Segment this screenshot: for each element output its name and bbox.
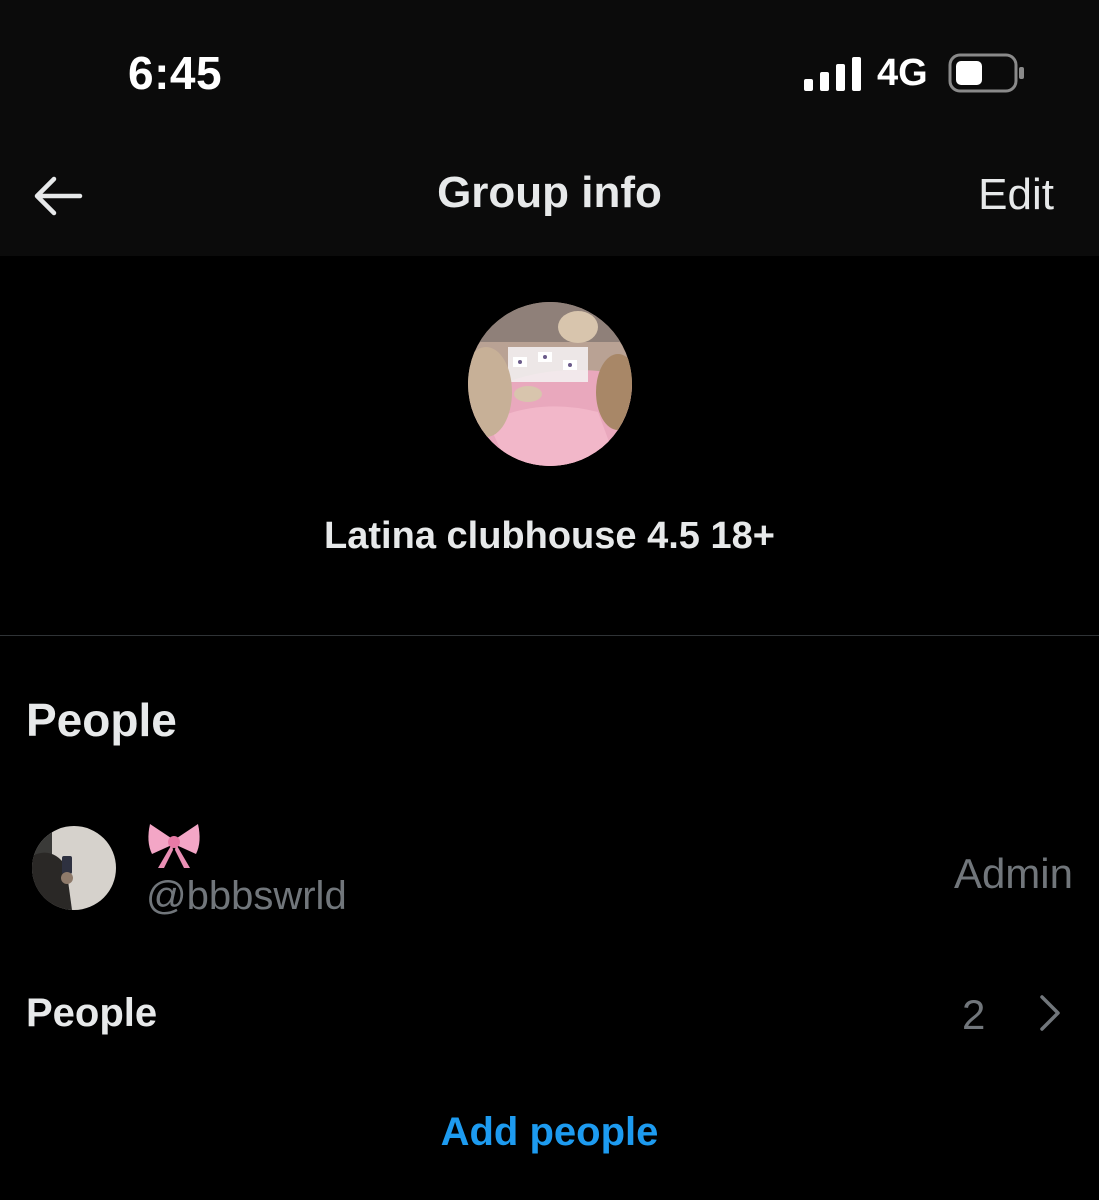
- edit-button[interactable]: Edit: [978, 170, 1054, 220]
- signal-bars-icon: [804, 57, 861, 91]
- people-section-heading: People: [26, 694, 177, 746]
- section-divider: [0, 635, 1099, 636]
- people-count-row[interactable]: People 2: [0, 975, 1099, 1055]
- member-avatar: [32, 826, 116, 910]
- network-type: 4G: [877, 52, 928, 94]
- status-time: 6:45: [128, 47, 223, 99]
- pink-bow-emoji: [148, 824, 200, 868]
- cats-playing-cards-photo: [468, 302, 632, 466]
- member-handle: @bbbswrld: [146, 874, 347, 918]
- page-title: Group info: [437, 168, 662, 217]
- member-role-badge: Admin: [953, 850, 1073, 897]
- chevron-right-icon: [1040, 995, 1060, 1031]
- people-row-label: People: [26, 991, 158, 1035]
- battery-icon: [948, 53, 1024, 93]
- member-row[interactable]: @bbbswrld Admin: [0, 812, 1099, 922]
- group-name: Latina clubhouse 4.5 18+: [324, 515, 775, 557]
- people-count: 2: [962, 991, 986, 1038]
- add-people-button[interactable]: Add people: [0, 1110, 1099, 1155]
- group-avatar[interactable]: [468, 302, 632, 466]
